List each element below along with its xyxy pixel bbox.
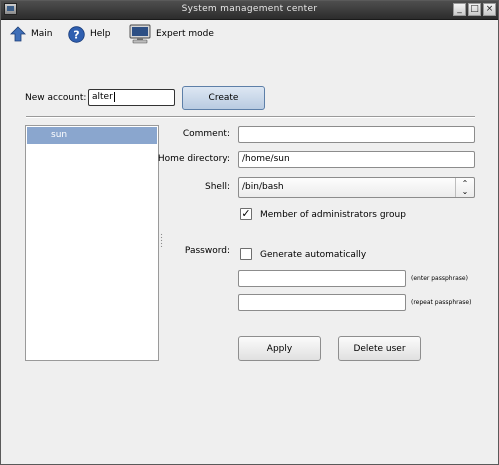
toolbar-main-button[interactable]: Main	[10, 24, 53, 44]
toolbar-help-label: Help	[90, 29, 111, 39]
apply-button[interactable]: Apply	[238, 336, 321, 361]
delete-user-button[interactable]: Delete user	[338, 336, 421, 361]
main-window: System management center _ □ × Main ? He…	[0, 0, 499, 465]
splitter-handle[interactable]	[160, 233, 163, 247]
shell-value: /bin/bash	[242, 182, 284, 192]
help-icon: ?	[68, 25, 85, 43]
minimize-icon: _	[457, 4, 462, 14]
close-button[interactable]: ×	[483, 3, 496, 16]
create-button[interactable]: Create	[182, 86, 265, 110]
toolbar-help-button[interactable]: ? Help	[68, 24, 111, 44]
shell-label: Shell:	[205, 182, 230, 192]
home-directory-field[interactable]: /home/sun	[238, 151, 475, 168]
user-list[interactable]: sun	[25, 125, 159, 361]
toolbar-expert-mode-button[interactable]: Expert mode	[129, 24, 214, 44]
chevron-updown-icon: ⌃ ⌄	[455, 178, 474, 197]
password-label: Password:	[184, 246, 230, 256]
shell-select[interactable]: /bin/bash ⌃ ⌄	[238, 177, 475, 198]
comment-label: Comment:	[182, 129, 230, 139]
create-button-label: Create	[208, 93, 239, 103]
maximize-icon: □	[470, 4, 479, 14]
new-account-label: New account:	[25, 93, 87, 103]
comment-field[interactable]	[238, 126, 475, 143]
separator	[26, 116, 475, 118]
new-account-input[interactable]: alter	[88, 89, 175, 106]
toolbar-main-label: Main	[31, 29, 53, 39]
window-title: System management center	[181, 4, 318, 14]
toolbar: Main ? Help Expert mode	[1, 20, 498, 48]
apply-button-label: Apply	[266, 343, 293, 354]
maximize-button[interactable]: □	[468, 3, 481, 16]
text-cursor	[113, 92, 115, 102]
up-arrow-icon	[10, 26, 26, 42]
admin-group-checkbox[interactable]: ✓	[240, 208, 252, 220]
close-icon: ×	[485, 4, 494, 14]
generate-password-label: Generate automatically	[260, 250, 367, 260]
checkmark-icon: ✓	[241, 207, 251, 220]
generate-password-checkbox[interactable]	[240, 248, 252, 260]
repeat-passphrase-note: (repeat passphrase)	[411, 299, 472, 306]
admin-group-label: Member of administrators group	[260, 210, 406, 220]
minimize-button[interactable]: _	[453, 3, 466, 16]
home-directory-label: Home directory:	[157, 154, 230, 164]
password-field[interactable]	[238, 270, 406, 287]
new-account-value: alter	[92, 92, 113, 102]
svg-text:?: ?	[73, 28, 79, 41]
home-directory-value: /home/sun	[242, 154, 290, 164]
title-bar[interactable]: System management center _ □ ×	[1, 1, 498, 20]
monitor-icon	[129, 24, 151, 44]
user-list-item[interactable]: sun	[27, 127, 157, 144]
delete-user-button-label: Delete user	[353, 343, 406, 354]
enter-passphrase-note: (enter passphrase)	[411, 275, 468, 282]
repeat-password-field[interactable]	[238, 294, 406, 311]
toolbar-expert-mode-label: Expert mode	[156, 29, 214, 39]
